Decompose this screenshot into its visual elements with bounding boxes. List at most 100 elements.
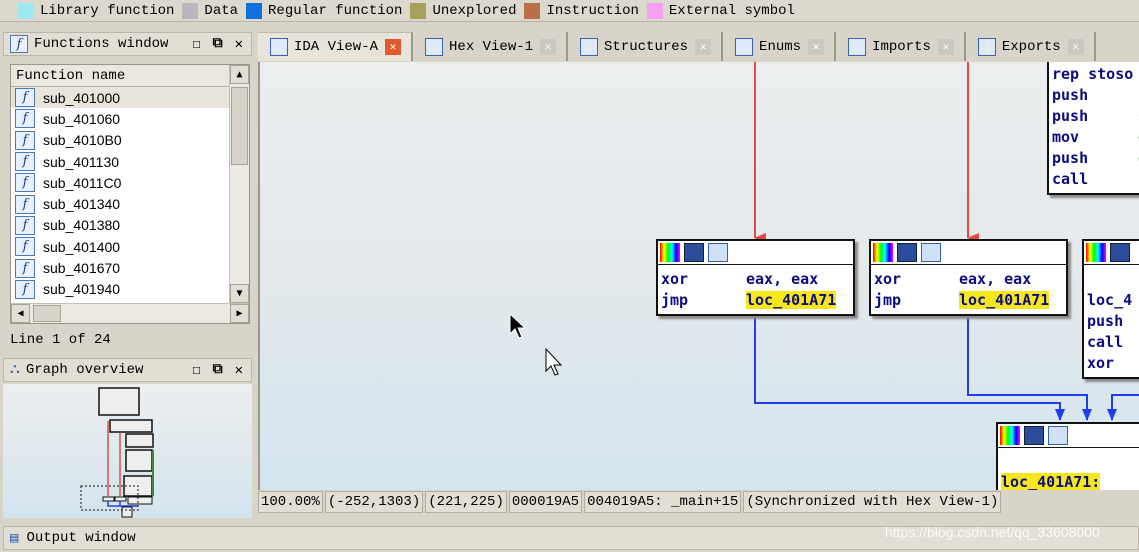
code-block-loc-401a71[interactable]: loc_401A71: (996, 422, 1139, 490)
maximize-icon[interactable]: ☐ (192, 362, 200, 379)
tab-exports[interactable]: Exports ✕ (966, 32, 1096, 61)
function-icon: f (15, 279, 35, 299)
tab-close-icon[interactable]: ✕ (540, 38, 557, 55)
function-name: sub_401130 (43, 153, 120, 170)
asm-line: xor eax, eax (661, 269, 853, 290)
float-icon[interactable]: ⧉ (213, 36, 223, 53)
color-icon[interactable] (660, 243, 680, 262)
scroll-thumb[interactable] (231, 87, 248, 165)
close-icon[interactable]: ✕ (235, 36, 243, 53)
edit-icon[interactable] (897, 243, 917, 262)
code-block-3[interactable]: loc_4 push call xor (1082, 239, 1139, 379)
mnemonic: jmp (874, 291, 902, 309)
operand[interactable]: loc_401A71 (746, 291, 837, 309)
mnemonic: push (1052, 149, 1089, 167)
hscroll-thumb[interactable] (33, 305, 61, 322)
label-loc-401a71[interactable]: loc_401A71: (1001, 473, 1101, 490)
color-icon[interactable] (873, 243, 893, 262)
graph-toggle-icon[interactable] (921, 243, 941, 262)
view-tabs: IDA View-A ✕ Hex View-1 ✕ Structures ✕ Enums ✕ I… (258, 32, 1139, 61)
function-list-item[interactable]: f sub_401000 (11, 87, 229, 109)
function-name: sub_401060 (43, 110, 121, 127)
graph-toggle-icon[interactable] (1048, 426, 1068, 445)
tab-label: Structures (604, 38, 689, 55)
tab-imports[interactable]: Imports ✕ (836, 32, 966, 61)
watermark: https://blog.csdn.net/qq_33608000 (885, 524, 1100, 540)
edit-icon[interactable] (1024, 426, 1044, 445)
color-icon[interactable] (1000, 426, 1020, 445)
tab-icon (580, 37, 599, 56)
edit-icon[interactable] (684, 243, 704, 262)
edge-blue (754, 316, 1065, 421)
asm-line: loc_4 (1087, 290, 1139, 311)
function-name: sub_401340 (43, 196, 121, 213)
edit-icon[interactable] (1110, 243, 1130, 262)
asm-line: pushe (1052, 148, 1139, 169)
code-block-2[interactable]: xor eax, eax jmp loc_401A71 (869, 239, 1068, 316)
tab-close-icon[interactable]: ✕ (695, 38, 712, 55)
asm-line: callc (1052, 169, 1139, 190)
mouse-cursor (509, 312, 527, 339)
asm-line (1087, 269, 1139, 290)
horizontal-scrollbar[interactable]: ◀ ▶ (11, 303, 249, 323)
function-list-item[interactable]: f sub_401340 (11, 193, 229, 214)
functions-window-header: f Functions window ☐ ⧉ ✕ (3, 32, 252, 56)
tab-hex-view-1[interactable]: Hex View-1 ✕ (413, 32, 569, 61)
code-block-1[interactable]: xor eax, eax jmp loc_401A71 (656, 239, 855, 316)
tab-label: Enums (759, 38, 802, 55)
mnemonic: push (1052, 86, 1089, 104)
asm-line: xor eax, eax (874, 269, 1066, 290)
color-icon[interactable] (1086, 243, 1106, 262)
graph-toggle-icon[interactable] (708, 243, 728, 262)
scroll-right-button[interactable]: ▶ (230, 304, 249, 323)
mnemonic: rep stoso (1052, 65, 1134, 83)
tab-structures[interactable]: Structures ✕ (568, 32, 724, 61)
tab-close-icon[interactable]: ✕ (808, 38, 825, 55)
vertical-scrollbar[interactable]: ▲ ▼ (229, 65, 249, 303)
function-icon: f (15, 109, 35, 129)
function-list-item[interactable]: f sub_4011C0 (11, 172, 229, 193)
function-list-item[interactable]: f sub_401060 (11, 108, 229, 129)
ida-view-graph[interactable]: rep stoso push8push0movepushecallc xor eax… (258, 62, 1139, 490)
tab-close-icon[interactable]: ✕ (385, 39, 402, 55)
tab-enums[interactable]: Enums ✕ (723, 32, 837, 61)
function-list-item[interactable]: f sub_401130 (11, 151, 229, 172)
function-list-item[interactable]: f sub_401380 (11, 215, 229, 236)
function-name: sub_401380 (43, 217, 121, 234)
status-field: (Synchronized with Hex View-1) (743, 491, 1002, 513)
legend-item: Data (182, 2, 239, 19)
tab-label: Imports (872, 38, 931, 55)
scroll-up-button[interactable]: ▲ (230, 65, 249, 84)
status-field: 100.00% (258, 491, 323, 513)
asm-text: call (1087, 333, 1124, 351)
column-header-function-name[interactable]: Function name (11, 65, 229, 87)
legend-label: Data (204, 2, 239, 19)
graph-overview-minimap[interactable] (3, 384, 252, 518)
tab-icon (735, 37, 754, 56)
operand[interactable]: loc_401A71 (959, 291, 1050, 309)
graph-overview-panel[interactable] (3, 384, 252, 518)
function-list-item[interactable]: f sub_401400 (11, 236, 229, 257)
tab-close-icon[interactable]: ✕ (1067, 38, 1084, 55)
scroll-left-button[interactable]: ◀ (11, 304, 30, 323)
function-list-item[interactable]: f sub_401940 (11, 279, 229, 300)
code-block-top-right[interactable]: rep stoso push8push0movepushecallc (1047, 62, 1139, 195)
tab-ida-view-a[interactable]: IDA View-A ✕ (258, 32, 414, 61)
float-icon[interactable]: ⧉ (213, 362, 223, 379)
tab-icon (848, 37, 867, 56)
asm-text: xor (1087, 354, 1115, 372)
mnemonic: xor (874, 270, 902, 288)
function-list-item[interactable]: f sub_401670 (11, 257, 229, 278)
legend-label: Instruction (546, 2, 639, 19)
status-field: (-252,1303) (324, 491, 424, 513)
tab-icon (270, 38, 288, 56)
legend-swatch (18, 2, 34, 19)
legend-swatch (524, 2, 541, 19)
maximize-icon[interactable]: ☐ (192, 36, 200, 53)
close-icon[interactable]: ✕ (235, 362, 243, 379)
scroll-down-button[interactable]: ▼ (230, 284, 249, 303)
function-list-item[interactable]: f sub_4010B0 (11, 130, 229, 151)
asm-line: jmp loc_401A71 (874, 290, 1066, 311)
tab-close-icon[interactable]: ✕ (937, 38, 954, 55)
legend-label: Unexplored (432, 2, 517, 19)
